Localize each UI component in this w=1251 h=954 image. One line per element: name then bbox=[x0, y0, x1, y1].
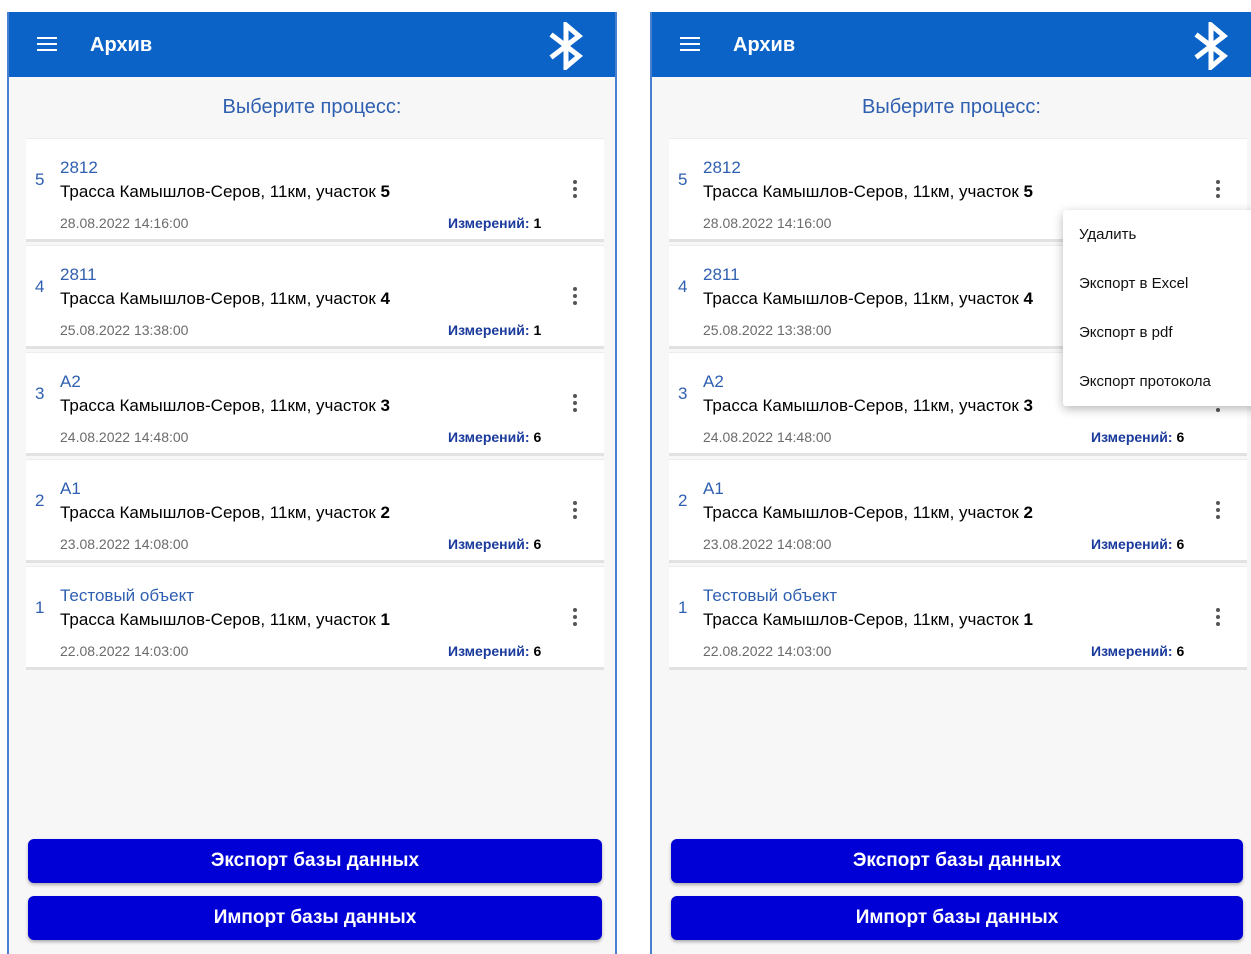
menu-icon[interactable] bbox=[37, 37, 57, 51]
process-item[interactable]: 3 A2 Трасса Камышлов-Серов, 11км, участо… bbox=[26, 352, 604, 456]
item-description: Трасса Камышлов-Серов, 11км, участок 4 bbox=[60, 289, 391, 308]
item-name: A1 bbox=[60, 479, 81, 498]
menu-item-export-excel[interactable]: Экспорт в Excel bbox=[1079, 275, 1188, 292]
page-title: Архив bbox=[733, 34, 796, 56]
item-name: A2 bbox=[60, 372, 81, 391]
context-menu: Удалить Экспорт в Excel Экспорт в pdf Эк… bbox=[1063, 210, 1251, 406]
item-date: 22.08.2022 14:03:00 bbox=[60, 643, 189, 659]
item-description: Трасса Камышлов-Серов, 11км, участок 5 bbox=[60, 182, 391, 201]
process-item[interactable]: 4 2811 Трасса Камышлов-Серов, 11км, учас… bbox=[26, 245, 604, 349]
item-date: 28.08.2022 14:16:00 bbox=[60, 215, 189, 231]
app-bar: Архив bbox=[9, 12, 615, 77]
export-db-button[interactable]: Экспорт базы данных bbox=[671, 839, 1243, 883]
process-item[interactable]: 1 Тестовый объект Трасса Камышлов-Серов,… bbox=[669, 566, 1247, 670]
import-db-button[interactable]: Импорт базы данных bbox=[28, 896, 602, 940]
more-vert-icon[interactable] bbox=[572, 394, 578, 412]
import-db-button[interactable]: Импорт базы данных bbox=[671, 896, 1243, 940]
item-date: 24.08.2022 14:48:00 bbox=[60, 429, 189, 445]
measurement-count: Измерений: 6 bbox=[1091, 429, 1185, 445]
more-vert-icon[interactable] bbox=[572, 287, 578, 305]
process-item[interactable]: 2 A1 Трасса Камышлов-Серов, 11км, участо… bbox=[26, 459, 604, 563]
item-date: 24.08.2022 14:48:00 bbox=[703, 429, 832, 445]
item-name: 2812 bbox=[703, 158, 741, 177]
item-date: 28.08.2022 14:16:00 bbox=[703, 215, 832, 231]
item-date: 25.08.2022 13:38:00 bbox=[703, 322, 832, 338]
item-date: 25.08.2022 13:38:00 bbox=[60, 322, 189, 338]
measurement-count: Измерений:1 bbox=[448, 215, 542, 231]
menu-item-export-protocol[interactable]: Экспорт протокола bbox=[1079, 373, 1211, 390]
archive-screen-left: Архив Выберите процесс: 5 2812 Трасса Ка… bbox=[7, 12, 617, 954]
item-date: 23.08.2022 14:08:00 bbox=[703, 536, 832, 552]
item-name: Тестовый объект bbox=[703, 586, 838, 605]
measurement-count: Измерений: 6 bbox=[1091, 536, 1185, 552]
item-index: 1 bbox=[35, 598, 45, 617]
item-index: 5 bbox=[35, 170, 45, 189]
more-vert-icon[interactable] bbox=[1215, 501, 1221, 519]
item-index: 2 bbox=[35, 491, 45, 510]
page-title: Архив bbox=[90, 34, 153, 56]
item-index: 3 bbox=[35, 384, 45, 403]
item-description: Трасса Камышлов-Серов, 11км, участок 2 bbox=[703, 503, 1034, 522]
item-name: 2812 bbox=[60, 158, 98, 177]
more-vert-icon[interactable] bbox=[572, 501, 578, 519]
more-vert-icon[interactable] bbox=[572, 180, 578, 198]
app-bar: Архив bbox=[652, 12, 1251, 77]
more-vert-icon[interactable] bbox=[572, 608, 578, 626]
item-index: 1 bbox=[678, 598, 688, 617]
process-item[interactable]: 1 Тестовый объект Трасса Камышлов-Серов,… bbox=[26, 566, 604, 670]
item-index: 5 bbox=[678, 170, 688, 189]
item-date: 22.08.2022 14:03:00 bbox=[703, 643, 832, 659]
item-index: 4 bbox=[35, 277, 45, 296]
select-process-heading: Выберите процесс: bbox=[862, 96, 1041, 118]
measurement-count: Измерений:1 bbox=[448, 322, 542, 338]
bluetooth-icon[interactable] bbox=[547, 22, 587, 70]
process-item[interactable]: 2 A1 Трасса Камышлов-Серов, 11км, участо… bbox=[669, 459, 1247, 563]
more-vert-icon[interactable] bbox=[1215, 608, 1221, 626]
bluetooth-icon[interactable] bbox=[1192, 22, 1232, 70]
item-description: Трасса Камышлов-Серов, 11км, участок 4 bbox=[703, 289, 1034, 308]
export-db-button[interactable]: Экспорт базы данных bbox=[28, 839, 602, 883]
menu-item-delete[interactable]: Удалить bbox=[1079, 226, 1136, 243]
item-name: 2811 bbox=[703, 265, 740, 284]
item-name: A2 bbox=[703, 372, 724, 391]
process-item[interactable]: 5 2812 Трасса Камышлов-Серов, 11км, учас… bbox=[26, 138, 604, 242]
item-date: 23.08.2022 14:08:00 bbox=[60, 536, 189, 552]
measurement-count: Измерений: 6 bbox=[448, 429, 542, 445]
item-index: 3 bbox=[678, 384, 688, 403]
measurement-count: Измерений: 6 bbox=[448, 643, 542, 659]
item-description: Трасса Камышлов-Серов, 11км, участок 3 bbox=[60, 396, 391, 415]
item-description: Трасса Камышлов-Серов, 11км, участок 1 bbox=[703, 610, 1034, 629]
item-description: Трасса Камышлов-Серов, 11км, участок 1 bbox=[60, 610, 391, 629]
item-index: 4 bbox=[678, 277, 688, 296]
item-description: Трасса Камышлов-Серов, 11км, участок 3 bbox=[703, 396, 1034, 415]
archive-screen-right: Архив Выберите процесс: 5 2812 Трасса Ка… bbox=[650, 12, 1251, 954]
menu-item-export-pdf[interactable]: Экспорт в pdf bbox=[1079, 324, 1173, 341]
item-description: Трасса Камышлов-Серов, 11км, участок 5 bbox=[703, 182, 1034, 201]
item-description: Трасса Камышлов-Серов, 11км, участок 2 bbox=[60, 503, 391, 522]
measurement-count: Измерений: 6 bbox=[1091, 643, 1185, 659]
measurement-count: Измерений: 6 bbox=[448, 536, 542, 552]
menu-icon[interactable] bbox=[680, 37, 700, 51]
item-index: 2 bbox=[678, 491, 688, 510]
item-name: Тестовый объект bbox=[60, 586, 195, 605]
item-name: 2811 bbox=[60, 265, 97, 284]
item-name: A1 bbox=[703, 479, 724, 498]
select-process-heading: Выберите процесс: bbox=[222, 96, 402, 118]
more-vert-icon[interactable] bbox=[1215, 180, 1221, 198]
